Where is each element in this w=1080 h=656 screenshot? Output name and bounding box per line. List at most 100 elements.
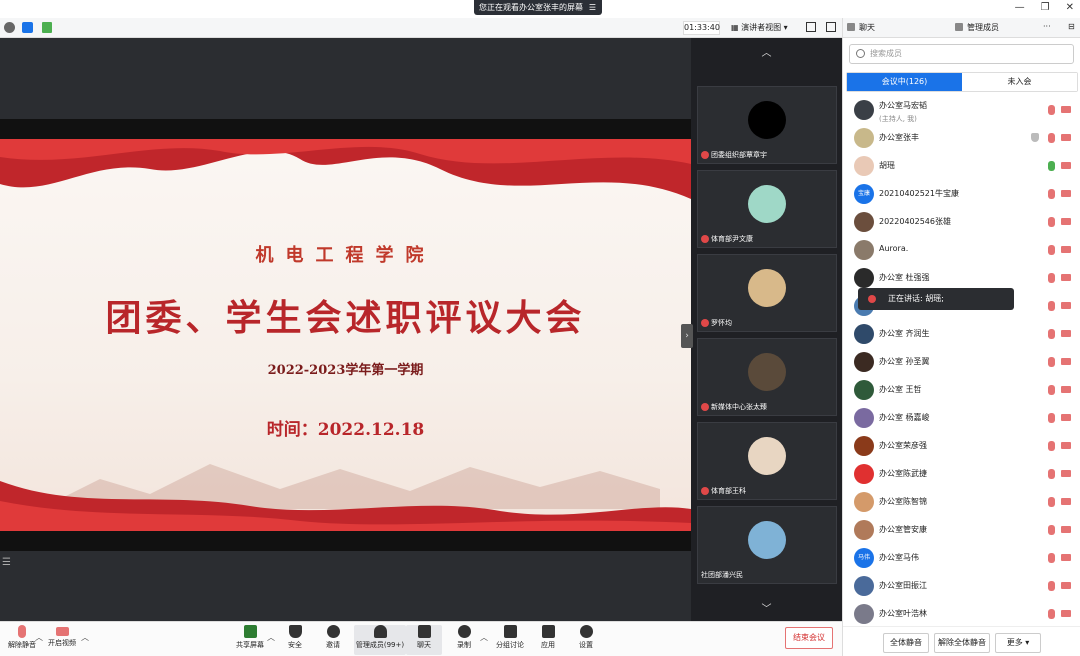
camera-off-icon[interactable] (1061, 386, 1071, 393)
layout-icon[interactable] (826, 22, 836, 32)
list-item[interactable]: 办公室 齐润生 (843, 320, 1080, 348)
list-item[interactable]: 办公室马宏韬 (主持人, 我) (843, 96, 1080, 124)
mute-all-button[interactable]: 全体静音 (883, 633, 929, 653)
camera-off-icon[interactable] (1061, 358, 1071, 365)
manage-members-button[interactable]: 管理成员(99+) (354, 625, 406, 655)
camera-off-icon[interactable] (1061, 106, 1071, 113)
more-button[interactable]: 更多 ▾ (995, 633, 1041, 653)
tab-members-label: 管理成员 (967, 23, 999, 32)
mic-off-icon[interactable] (1048, 441, 1055, 451)
panel-close-icon[interactable]: ⊟ (1068, 22, 1075, 31)
list-item[interactable]: 胡瑶 (843, 152, 1080, 180)
tab-members[interactable]: 管理成员 (955, 22, 999, 33)
video-thumbnail[interactable]: 社团部潘兴民 (697, 506, 837, 584)
camera-off-icon[interactable] (1061, 330, 1071, 337)
list-item[interactable]: Aurora. (843, 236, 1080, 264)
list-item[interactable]: 办公室陈武捷 (843, 460, 1080, 488)
mic-off-icon[interactable] (1048, 525, 1055, 535)
tab-chat[interactable]: 聊天 (847, 22, 875, 33)
fullscreen-icon[interactable] (806, 22, 816, 32)
video-thumbnail[interactable]: 团委组织部覃章宇 (697, 86, 837, 164)
list-item[interactable]: 办公室张丰 (843, 124, 1080, 152)
camera-off-icon[interactable] (1061, 302, 1071, 309)
camera-off-icon[interactable] (1061, 610, 1071, 617)
mic-off-icon[interactable] (1048, 581, 1055, 591)
chevron-up-icon[interactable]: ︿ (480, 632, 488, 643)
camera-off-icon[interactable] (1061, 274, 1071, 281)
list-item[interactable]: 办公室 孙圣翼 (843, 348, 1080, 376)
mic-off-icon[interactable] (1048, 217, 1055, 227)
banner-menu-icon[interactable]: ☰ (589, 0, 596, 15)
camera-off-icon[interactable] (1061, 414, 1071, 421)
shield-icon[interactable] (22, 22, 33, 33)
chevron-up-icon[interactable]: ︿ (81, 632, 89, 643)
list-item[interactable]: 宝康 20210402521牛宝康 (843, 180, 1080, 208)
camera-off-icon[interactable] (1061, 526, 1071, 533)
invite-button[interactable]: 邀请 (311, 625, 355, 650)
top-toolbar: 01:33:40 ▦ 演讲者视图 ▾ (0, 18, 842, 38)
start-video-button[interactable]: 开启视频 (40, 625, 84, 648)
minimize-icon[interactable]: — (1015, 2, 1025, 13)
mic-off-icon[interactable] (1048, 357, 1055, 367)
presenter-view-button[interactable]: ▦ 演讲者视图 ▾ (731, 21, 788, 35)
video-thumbnail[interactable]: 新媒体中心张太臻 (697, 338, 837, 416)
mic-off-icon[interactable] (1048, 105, 1055, 115)
mic-off-icon[interactable] (1048, 245, 1055, 255)
close-icon[interactable]: ✕ (1066, 2, 1074, 13)
camera-off-icon[interactable] (1061, 470, 1071, 477)
list-item[interactable]: 20220402546张雄 (843, 208, 1080, 236)
video-thumbnail[interactable]: 体育部尹文康 (697, 170, 837, 248)
camera-off-icon[interactable] (1061, 554, 1071, 561)
mic-off-icon[interactable] (1048, 609, 1055, 619)
unmute-all-button[interactable]: 解除全体静音 (934, 633, 990, 653)
camera-off-icon[interactable] (1061, 498, 1071, 505)
signal-icon[interactable] (42, 22, 52, 33)
list-item[interactable]: 办公室叶浩林 (843, 600, 1080, 628)
restore-icon[interactable]: ❐ (1041, 2, 1050, 13)
camera-off-icon[interactable] (1061, 190, 1071, 197)
strip-down-arrow-icon[interactable]: ﹀ (691, 600, 842, 615)
member-name: 办公室陈武捷 (879, 469, 927, 478)
share-screen-button[interactable]: 共享屏幕 (228, 625, 272, 650)
camera-off-icon[interactable] (1061, 162, 1071, 169)
list-item[interactable]: 办公室 王哲 (843, 376, 1080, 404)
shield-icon (288, 625, 302, 638)
list-item[interactable]: 马伟 办公室马伟 (843, 544, 1080, 572)
video-thumbnail[interactable]: 罗怀均 (697, 254, 837, 332)
camera-off-icon[interactable] (1061, 246, 1071, 253)
mic-off-icon[interactable] (1048, 189, 1055, 199)
mic-off-icon[interactable] (1048, 273, 1055, 283)
video-thumbnail[interactable]: 体育部王科 (697, 422, 837, 500)
camera-off-icon[interactable] (1061, 582, 1071, 589)
thumbnail-name: 罗怀均 (701, 318, 732, 328)
list-item[interactable]: 办公室田振江 (843, 572, 1080, 600)
share-banner[interactable]: 您正在观看办公室张丰的屏幕 ☰ (474, 0, 602, 15)
list-item[interactable]: 办公室荣彦强 (843, 432, 1080, 460)
list-item[interactable]: 办公室陈智锦 (843, 488, 1080, 516)
camera-off-icon[interactable] (1061, 134, 1071, 141)
chat-button[interactable]: 聊天 (406, 625, 442, 655)
camera-off-icon[interactable] (1061, 218, 1071, 225)
camera-off-icon[interactable] (1061, 442, 1071, 449)
mic-off-icon[interactable] (1048, 497, 1055, 507)
list-icon[interactable]: ☰ (2, 557, 16, 571)
info-icon[interactable] (4, 22, 15, 33)
tab-not-joined[interactable]: 未入会 (962, 73, 1077, 91)
strip-collapse-button[interactable]: › (681, 324, 693, 348)
list-item[interactable]: 办公室管安康 (843, 516, 1080, 544)
list-item[interactable]: 办公室 杨嘉峻 (843, 404, 1080, 432)
strip-up-arrow-icon[interactable]: ︿ (691, 44, 842, 59)
end-meeting-button[interactable]: 结束会议 (785, 627, 833, 649)
mic-off-icon[interactable] (1048, 301, 1055, 311)
mic-off-icon[interactable] (1048, 329, 1055, 339)
mic-off-icon[interactable] (1048, 553, 1055, 563)
search-input[interactable]: 搜索成员 (849, 44, 1074, 64)
mic-off-icon[interactable] (1048, 133, 1055, 143)
panel-more-icon[interactable]: ··· (1043, 22, 1051, 31)
settings-button[interactable]: 设置 (564, 625, 608, 650)
mic-off-icon[interactable] (1048, 385, 1055, 395)
tab-in-meeting[interactable]: 会议中(126) (847, 73, 962, 91)
mic-off-icon[interactable] (1048, 413, 1055, 423)
mic-off-icon[interactable] (1048, 469, 1055, 479)
mic-on-icon[interactable] (1048, 161, 1055, 171)
